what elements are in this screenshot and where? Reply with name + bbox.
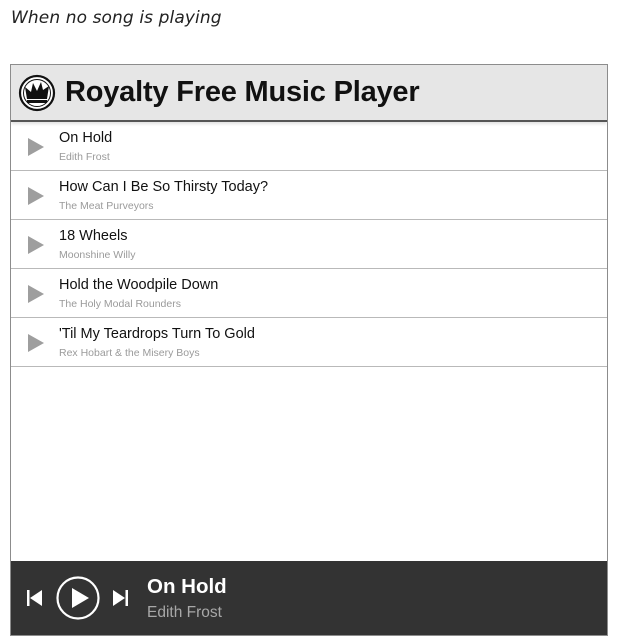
track-item[interactable]: On Hold Edith Frost bbox=[11, 122, 607, 171]
play-icon[interactable] bbox=[27, 285, 45, 303]
now-playing-artist: Edith Frost bbox=[147, 604, 222, 621]
track-title: How Can I Be So Thirsty Today? bbox=[59, 179, 269, 195]
track-item[interactable]: How Can I Be So Thirsty Today? The Meat … bbox=[11, 171, 607, 220]
track-item[interactable]: 'Til My Teardrops Turn To Gold Rex Hobar… bbox=[11, 318, 607, 367]
skip-previous-icon[interactable] bbox=[26, 590, 44, 606]
track-list: On Hold Edith Frost How Can I Be So Thir… bbox=[11, 122, 607, 367]
music-player: Royalty Free Music Player On Hold Edith … bbox=[10, 64, 608, 636]
track-title: On Hold bbox=[59, 130, 113, 146]
player-header: Royalty Free Music Player bbox=[11, 65, 607, 122]
track-title: Hold the Woodpile Down bbox=[59, 277, 219, 293]
track-artist: The Meat Purveyors bbox=[59, 200, 154, 212]
play-icon[interactable] bbox=[27, 138, 45, 156]
now-playing-bar: On Hold Edith Frost bbox=[11, 561, 607, 635]
crown-icon bbox=[18, 74, 56, 112]
play-icon[interactable] bbox=[27, 187, 45, 205]
track-artist: Moonshine Willy bbox=[59, 249, 136, 261]
track-title: 18 Wheels bbox=[59, 228, 128, 244]
track-artist: Rex Hobart & the Misery Boys bbox=[59, 347, 200, 359]
app-title: Royalty Free Music Player bbox=[65, 76, 420, 108]
play-icon[interactable] bbox=[27, 236, 45, 254]
play-icon[interactable] bbox=[27, 334, 45, 352]
skip-next-icon[interactable] bbox=[111, 590, 129, 606]
track-item[interactable]: Hold the Woodpile Down The Holy Modal Ro… bbox=[11, 269, 607, 318]
now-playing-title: On Hold bbox=[147, 575, 227, 598]
track-artist: The Holy Modal Rounders bbox=[59, 298, 181, 310]
track-artist: Edith Frost bbox=[59, 151, 110, 163]
play-button[interactable] bbox=[56, 576, 100, 620]
caption: When no song is playing bbox=[11, 8, 222, 28]
track-item[interactable]: 18 Wheels Moonshine Willy bbox=[11, 220, 607, 269]
track-title: 'Til My Teardrops Turn To Gold bbox=[59, 326, 255, 342]
